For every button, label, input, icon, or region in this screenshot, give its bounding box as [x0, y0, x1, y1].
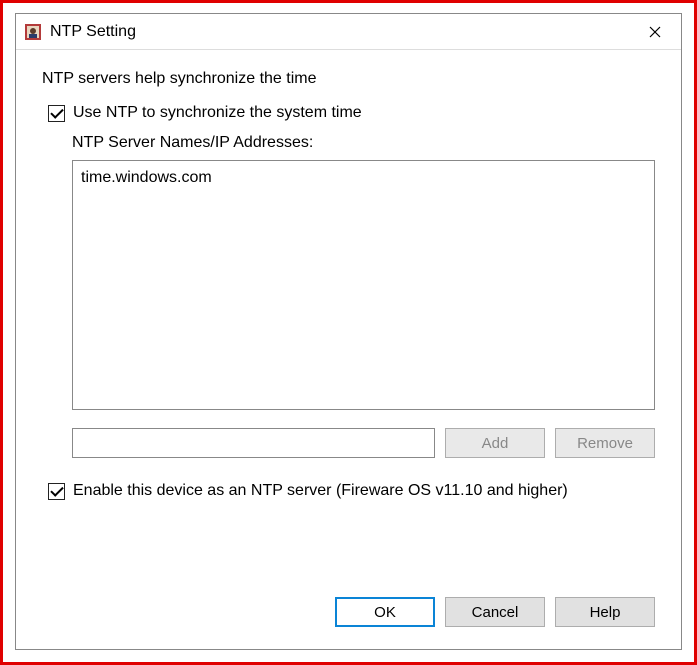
description-text: NTP servers help synchronize the time: [42, 70, 655, 88]
use-ntp-row: Use NTP to synchronize the system time: [48, 104, 655, 122]
close-button[interactable]: [633, 14, 677, 49]
cancel-button[interactable]: Cancel: [445, 597, 545, 627]
help-button[interactable]: Help: [555, 597, 655, 627]
server-section: NTP Server Names/IP Addresses: time.wind…: [72, 134, 655, 458]
remove-button[interactable]: Remove: [555, 428, 655, 458]
ok-button[interactable]: OK: [335, 597, 435, 627]
enable-ntp-server-row: Enable this device as an NTP server (Fir…: [48, 482, 655, 500]
use-ntp-label[interactable]: Use NTP to synchronize the system time: [73, 104, 362, 122]
app-icon: [24, 23, 42, 41]
new-server-input[interactable]: [72, 428, 435, 458]
add-button[interactable]: Add: [445, 428, 545, 458]
add-server-row: Add Remove: [72, 428, 655, 458]
dialog-content: NTP servers help synchronize the time Us…: [16, 50, 681, 597]
titlebar: NTP Setting: [16, 14, 681, 50]
enable-ntp-server-label[interactable]: Enable this device as an NTP server (Fir…: [73, 482, 568, 500]
list-item[interactable]: time.windows.com: [81, 167, 646, 189]
server-listbox[interactable]: time.windows.com: [72, 160, 655, 410]
close-icon: [649, 26, 661, 38]
window-title: NTP Setting: [50, 23, 633, 41]
server-list-label: NTP Server Names/IP Addresses:: [72, 134, 655, 152]
enable-ntp-server-checkbox[interactable]: [48, 483, 65, 500]
ntp-setting-dialog: NTP Setting NTP servers help synchronize…: [15, 13, 682, 650]
use-ntp-checkbox[interactable]: [48, 105, 65, 122]
dialog-footer: OK Cancel Help: [16, 597, 681, 649]
